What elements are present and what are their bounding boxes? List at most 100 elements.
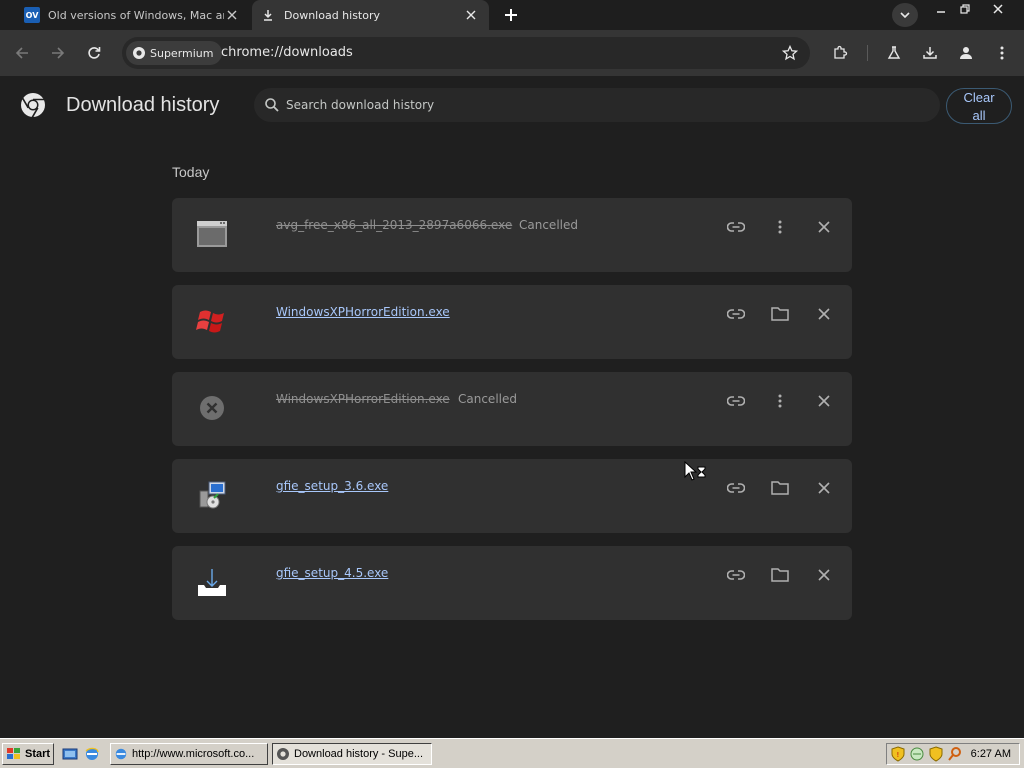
remove-from-list-button[interactable] xyxy=(812,215,836,239)
window-file-icon xyxy=(194,216,230,252)
taskbar-item-label: http://www.microsoft.co... xyxy=(132,748,255,760)
link-icon xyxy=(727,222,745,232)
url-text[interactable]: chrome://downloads xyxy=(221,45,353,60)
tab-download-history[interactable]: Download history xyxy=(252,0,489,30)
download-filename[interactable]: avg_free_x86_all_2013_2897a6066.exe xyxy=(276,218,512,232)
plus-icon xyxy=(505,9,517,21)
tab-strip: OV Old versions of Windows, Mac and Linu… xyxy=(0,0,1024,30)
minimize-icon xyxy=(937,11,945,13)
tab-search-button[interactable] xyxy=(892,3,918,27)
more-actions-button[interactable] xyxy=(768,215,792,239)
copy-link-button[interactable] xyxy=(724,215,748,239)
close-icon xyxy=(993,4,1003,14)
chrome-logo-icon xyxy=(20,92,46,118)
remove-from-list-button[interactable] xyxy=(812,476,836,500)
browser-menu-button[interactable] xyxy=(990,41,1014,65)
tab-old-versions[interactable]: OV Old versions of Windows, Mac and Linu… xyxy=(16,0,250,30)
copy-link-button[interactable] xyxy=(724,563,748,587)
kebab-menu-icon xyxy=(1000,46,1004,60)
taskbar-item-ie[interactable]: http://www.microsoft.co... xyxy=(110,743,268,765)
download-item: gfie_setup_4.5.exe xyxy=(172,546,852,620)
taskbar-item-supermium[interactable]: Download history - Supe... xyxy=(272,743,432,765)
close-icon xyxy=(818,569,830,581)
download-item: WindowsXPHorrorEdition.exe Cancelled xyxy=(172,372,852,446)
copy-link-button[interactable] xyxy=(724,476,748,500)
page-title: Download history xyxy=(66,94,220,116)
close-icon xyxy=(818,221,830,233)
folder-icon xyxy=(771,568,789,582)
new-tab-button[interactable] xyxy=(500,5,522,25)
flask-icon xyxy=(887,46,901,59)
toolbar-divider xyxy=(867,45,868,61)
back-button[interactable] xyxy=(10,41,34,65)
search-input[interactable] xyxy=(286,97,886,113)
site-chip[interactable]: Supermium xyxy=(126,41,222,65)
folder-icon xyxy=(771,481,789,495)
download-filename[interactable]: gfie_setup_4.5.exe xyxy=(276,566,388,580)
windows-taskbar: Start http://www.microsoft.co... Downloa… xyxy=(0,738,1024,768)
internet-explorer-icon[interactable] xyxy=(84,746,100,762)
warning-shield-icon[interactable] xyxy=(928,746,944,762)
profile-button[interactable] xyxy=(954,41,978,65)
busy-cursor-icon xyxy=(684,461,706,481)
chevron-down-icon xyxy=(900,12,910,18)
show-in-folder-button[interactable] xyxy=(768,563,792,587)
remove-from-list-button[interactable] xyxy=(812,389,836,413)
remove-from-list-button[interactable] xyxy=(812,563,836,587)
cancelled-x-icon xyxy=(194,390,230,426)
remove-from-list-button[interactable] xyxy=(812,302,836,326)
clock[interactable]: 6:27 AM xyxy=(971,748,1011,760)
avatar-icon xyxy=(960,47,972,59)
restore-button[interactable] xyxy=(950,1,980,17)
kebab-menu-icon xyxy=(778,220,782,234)
download-status: Cancelled xyxy=(458,392,517,406)
show-in-folder-button[interactable] xyxy=(768,476,792,500)
tab-title: Old versions of Windows, Mac and Linux xyxy=(48,8,224,22)
download-filename[interactable]: WindowsXPHorrorEdition.exe xyxy=(276,392,450,406)
start-label: Start xyxy=(25,748,51,760)
ov-favicon-icon: OV xyxy=(24,7,40,23)
show-in-folder-button[interactable] xyxy=(768,302,792,326)
window-close-button[interactable] xyxy=(983,1,1013,17)
folder-icon xyxy=(771,307,789,321)
address-bar[interactable]: Supermium chrome://downloads xyxy=(122,37,810,69)
download-icon xyxy=(260,7,276,23)
start-button[interactable]: Start xyxy=(2,743,54,765)
more-actions-button[interactable] xyxy=(768,389,792,413)
kebab-menu-icon xyxy=(778,394,782,408)
copy-link-button[interactable] xyxy=(724,389,748,413)
security-shield-icon[interactable]: ! xyxy=(890,746,906,762)
reload-button[interactable] xyxy=(82,41,106,65)
close-icon xyxy=(818,482,830,494)
browser-toolbar: Supermium chrome://downloads xyxy=(0,30,1024,76)
date-section-label: Today xyxy=(172,164,210,180)
search-key-icon[interactable] xyxy=(947,746,963,762)
system-tray: ! 6:27 AM xyxy=(886,743,1020,765)
clear-all-button[interactable]: Clear all xyxy=(946,88,1012,124)
close-icon xyxy=(818,308,830,320)
link-icon xyxy=(727,483,745,493)
close-icon xyxy=(818,395,830,407)
svg-text:!: ! xyxy=(897,751,900,759)
forward-button[interactable] xyxy=(46,41,70,65)
copy-link-button[interactable] xyxy=(724,302,748,326)
labs-button[interactable] xyxy=(882,41,906,65)
extensions-button[interactable] xyxy=(828,41,852,65)
download-filename[interactable]: WindowsXPHorrorEdition.exe xyxy=(276,305,450,319)
puzzle-icon xyxy=(834,45,848,59)
installer-icon xyxy=(194,477,230,513)
downloads-page: Download history Clear all Today avg_fre… xyxy=(0,76,1024,738)
back-arrow-icon xyxy=(15,47,28,59)
network-icon[interactable] xyxy=(909,746,925,762)
download-icon xyxy=(923,47,937,59)
bookmark-button[interactable] xyxy=(778,41,802,65)
show-desktop-icon[interactable] xyxy=(62,746,78,762)
download-status: Cancelled xyxy=(519,218,578,232)
downloads-button[interactable] xyxy=(918,41,942,65)
download-filename[interactable]: gfie_setup_3.6.exe xyxy=(276,479,388,493)
tab-close-icon[interactable] xyxy=(463,7,479,23)
tab-close-icon[interactable] xyxy=(224,7,240,23)
download-item: gfie_setup_3.6.exe xyxy=(172,459,852,533)
search-box[interactable] xyxy=(254,88,940,122)
restore-icon xyxy=(960,4,970,14)
